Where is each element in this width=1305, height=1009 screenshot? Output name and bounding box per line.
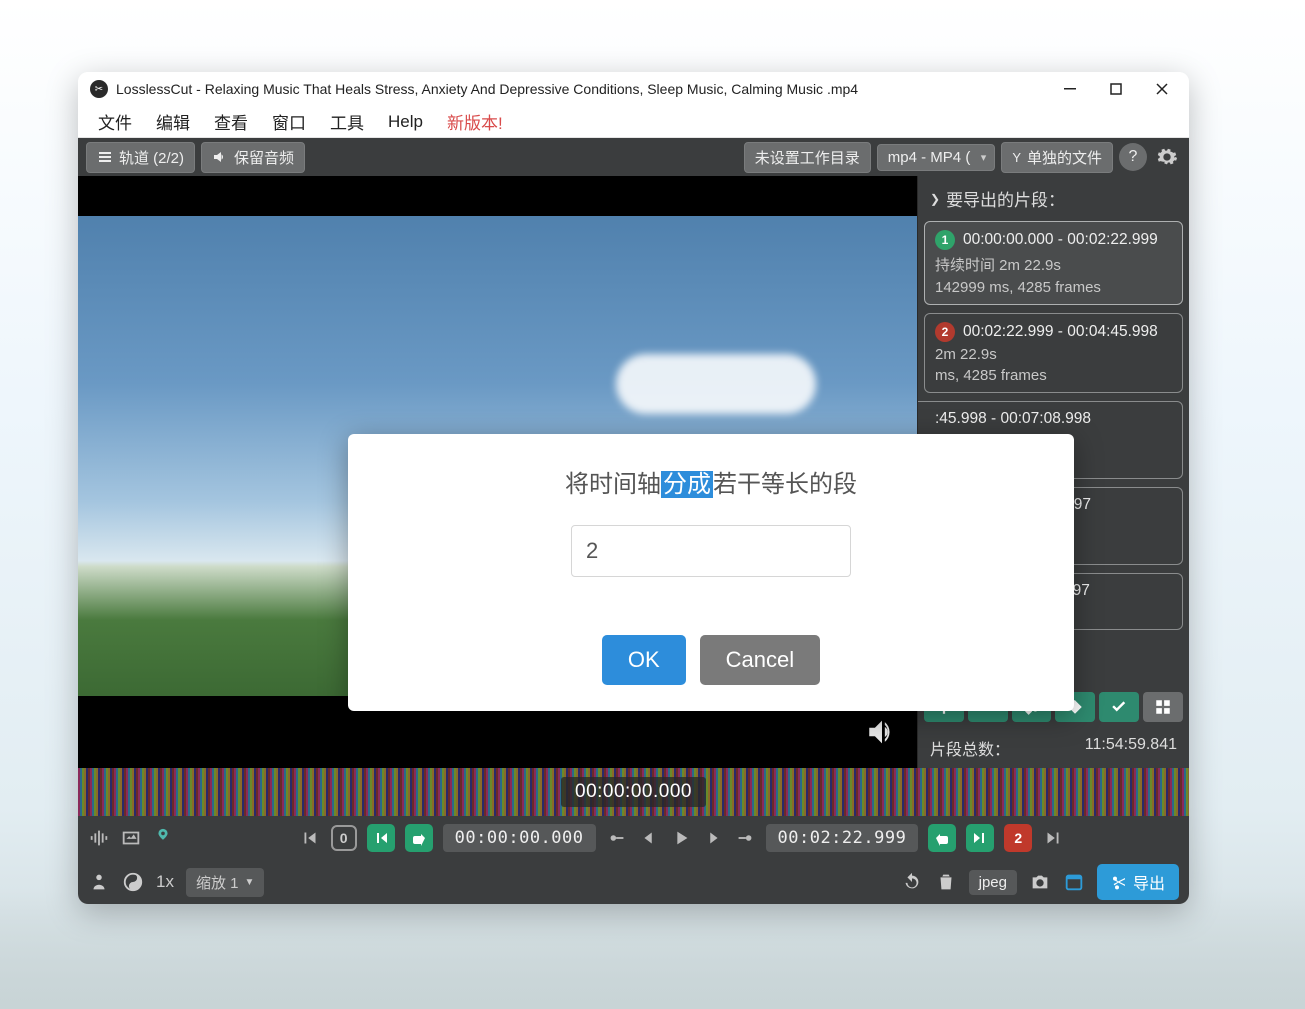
ok-button[interactable]: OK: [602, 635, 686, 685]
dialog-buttons: OK Cancel: [368, 635, 1054, 685]
split-dialog: 将时间轴分成若干等长的段 OK Cancel: [348, 434, 1074, 711]
cancel-button[interactable]: Cancel: [700, 635, 820, 685]
app-window: ✂ LosslessCut - Relaxing Music That Heal…: [78, 72, 1189, 904]
dialog-title: 将时间轴分成若干等长的段: [368, 464, 1054, 499]
split-count-input[interactable]: [571, 525, 851, 577]
